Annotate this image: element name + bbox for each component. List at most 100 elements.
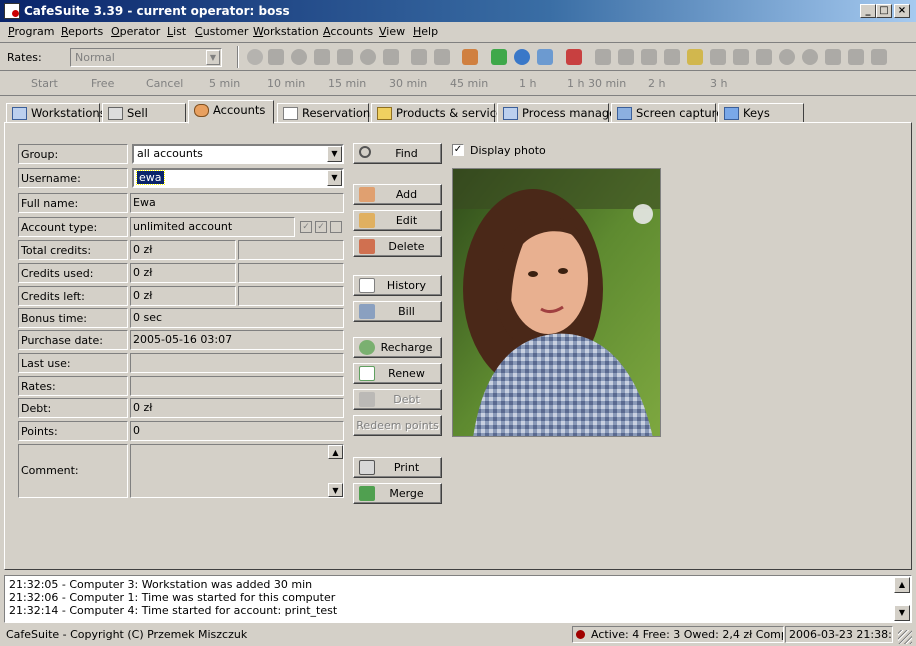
tab-label: Reservations (302, 106, 377, 120)
money-icon[interactable] (491, 49, 507, 65)
photo-image (453, 169, 660, 436)
monitor-icon[interactable] (337, 49, 353, 65)
time-5min-button[interactable]: 5 min (209, 77, 240, 90)
history-button[interactable]: History (353, 275, 442, 296)
edit-button[interactable]: Edit (353, 210, 442, 231)
gear-icon[interactable] (779, 49, 795, 65)
tab-screen-capture[interactable]: Screen capture (611, 103, 723, 123)
delete-button[interactable]: Delete (353, 236, 442, 257)
power-icon[interactable] (871, 49, 887, 65)
history-icon (359, 278, 375, 293)
app-icon[interactable] (4, 3, 20, 19)
chevron-down-icon[interactable]: ▼ (206, 50, 220, 65)
time-30min-button[interactable]: 30 min (389, 77, 427, 90)
accounttype-checkbox-2[interactable]: ✓ (315, 221, 327, 233)
comment-field[interactable]: ▲ ▼ (130, 444, 344, 498)
camera-icon[interactable] (825, 49, 841, 65)
redeem-points-button[interactable]: Redeem points (353, 415, 442, 436)
tab-reservations[interactable]: Reservations (277, 103, 376, 123)
rates-label: Rates: (7, 51, 42, 64)
info-icon[interactable] (247, 49, 263, 65)
network-icon[interactable] (848, 49, 864, 65)
creditsused-field: 0 zł (130, 263, 236, 283)
merge-button-label: Merge (389, 487, 424, 500)
time-2h-button[interactable]: 2 h (648, 77, 665, 90)
close-button[interactable]: × (894, 4, 910, 18)
globe-icon[interactable] (514, 49, 530, 65)
time-45min-button[interactable]: 45 min (450, 77, 488, 90)
chevron-down-icon[interactable]: ▼ (327, 170, 342, 186)
rates-select[interactable]: Normal ▼ (70, 48, 222, 67)
scroll-up-icon[interactable]: ▲ (894, 577, 910, 593)
window-icon[interactable] (383, 49, 399, 65)
unlock-icon[interactable] (434, 49, 450, 65)
users-icon[interactable] (462, 49, 478, 65)
menu-bar: Program Reports Operator List Customer W… (0, 22, 916, 42)
scroll-up-icon[interactable]: ▲ (328, 445, 343, 459)
lastuse-label: Last use: (18, 353, 128, 373)
time-15min-button[interactable]: 15 min (328, 77, 366, 90)
calculator-icon[interactable] (537, 49, 553, 65)
menu-reports[interactable]: Reports (61, 25, 103, 38)
time-1h-button[interactable]: 1 h (519, 77, 536, 90)
download-icon[interactable] (756, 49, 772, 65)
clock-icon[interactable] (291, 49, 307, 65)
document-icon[interactable] (710, 49, 726, 65)
maximize-button[interactable]: □ (876, 4, 892, 18)
tab-accounts[interactable]: Accounts (188, 100, 274, 124)
lock-icon[interactable] (411, 49, 427, 65)
group-select[interactable]: all accounts ▼ (132, 144, 344, 164)
accounttype-checkbox-3[interactable] (330, 221, 342, 233)
display-photo-checkbox[interactable]: ✓ (452, 144, 464, 156)
tab-products-services[interactable]: Products & services (371, 103, 509, 123)
find-button[interactable]: Find (353, 143, 442, 164)
box-icon[interactable] (566, 49, 582, 65)
add-button[interactable]: Add (353, 184, 442, 205)
scroll-down-icon[interactable]: ▼ (894, 605, 910, 621)
user-edit-icon (359, 213, 375, 228)
title-bar: CafeSuite 3.39 - current operator: boss … (0, 0, 916, 22)
time-3h-button[interactable]: 3 h (710, 77, 727, 90)
time-free-button[interactable]: Free (91, 77, 114, 90)
print-button[interactable]: Print (353, 457, 442, 478)
time-10min-button[interactable]: 10 min (267, 77, 305, 90)
user-icon[interactable] (268, 49, 284, 65)
minimize-button[interactable]: _ (860, 4, 876, 18)
recharge-button[interactable]: Recharge (353, 337, 442, 358)
keyboard-icon[interactable] (595, 49, 611, 65)
username-select[interactable]: ewa ▼ (132, 168, 344, 188)
search-icon[interactable] (802, 49, 818, 65)
computer-icon[interactable] (314, 49, 330, 65)
debt-button[interactable]: Debt (353, 389, 442, 410)
time-start-button[interactable]: Start (31, 77, 58, 90)
resize-grip-icon[interactable] (898, 630, 912, 644)
menu-accounts[interactable]: Accounts (323, 25, 373, 38)
tab-sell[interactable]: Sell (102, 103, 186, 123)
group-select-value: all accounts (137, 147, 203, 160)
mail-icon[interactable] (664, 49, 680, 65)
accounttype-checkbox-1[interactable]: ✓ (300, 221, 312, 233)
menu-program[interactable]: Program (8, 25, 54, 38)
time-cancel-button[interactable]: Cancel (146, 77, 183, 90)
merge-button[interactable]: Merge (353, 483, 442, 504)
check-icon[interactable] (360, 49, 376, 65)
menu-help[interactable]: Help (413, 25, 438, 38)
menu-list[interactable]: List (167, 25, 186, 38)
renew-button[interactable]: Renew (353, 363, 442, 384)
note-icon[interactable] (733, 49, 749, 65)
tab-keys[interactable]: Keys (718, 103, 804, 123)
bill-button[interactable]: Bill (353, 301, 442, 322)
folder-icon[interactable] (687, 49, 703, 65)
screen-icon[interactable] (618, 49, 634, 65)
scroll-down-icon[interactable]: ▼ (328, 483, 343, 497)
menu-operator[interactable]: Operator (111, 25, 160, 38)
accounttype-field: unlimited account (130, 217, 295, 237)
tab-workstations[interactable]: Workstations (6, 103, 106, 123)
tab-process-manager[interactable]: Process manager (497, 103, 621, 123)
menu-workstation[interactable]: Workstation (253, 25, 319, 38)
menu-customer[interactable]: Customer (195, 25, 248, 38)
printer-icon[interactable] (641, 49, 657, 65)
menu-view[interactable]: View (379, 25, 405, 38)
time-1h30-button[interactable]: 1 h 30 min (567, 77, 626, 90)
chevron-down-icon[interactable]: ▼ (327, 146, 342, 162)
